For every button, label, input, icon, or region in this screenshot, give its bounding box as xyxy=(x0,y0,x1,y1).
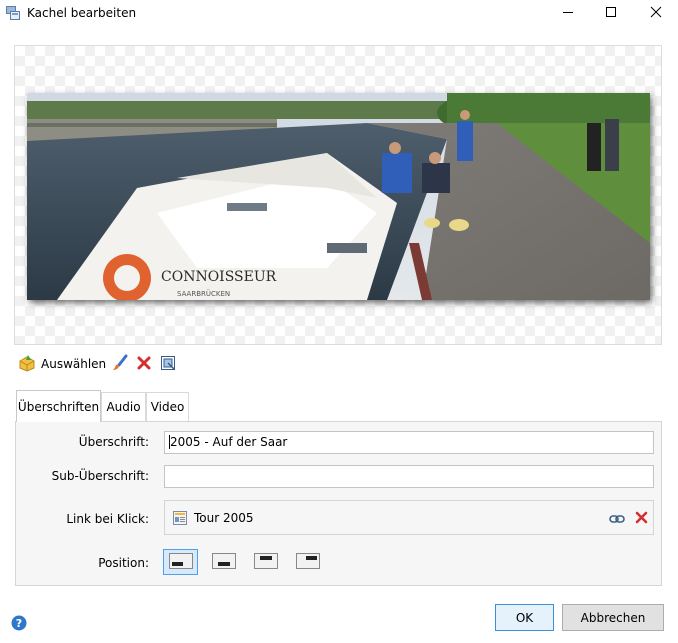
tile-preview: CONNOISSEUR SAARBRÜCKEN xyxy=(14,45,662,345)
subtitle-field[interactable] xyxy=(164,465,654,488)
title-label: Überschrift: xyxy=(78,435,149,449)
page-icon xyxy=(172,510,188,529)
position-top-right-icon xyxy=(295,552,320,572)
tab-video[interactable]: Video xyxy=(146,392,189,421)
position-top-right-button[interactable] xyxy=(290,549,325,575)
brush-button[interactable] xyxy=(111,353,129,375)
position-top-center-icon xyxy=(253,552,278,572)
link-label: Link bei Klick: xyxy=(66,512,149,526)
position-bottom-center-icon xyxy=(211,552,236,572)
close-icon xyxy=(650,6,662,21)
subtitle-label: Sub-Überschrift: xyxy=(51,469,149,483)
delete-icon xyxy=(136,355,152,374)
tile-photo: CONNOISSEUR SAARBRÜCKEN xyxy=(27,93,650,300)
title-value: 2005 - Auf der Saar xyxy=(170,435,288,449)
ok-button[interactable]: OK xyxy=(495,604,554,631)
app-tiles-icon xyxy=(6,6,20,20)
link-icon[interactable] xyxy=(609,513,625,527)
tab-headings[interactable]: Überschriften xyxy=(16,390,101,422)
crop-icon xyxy=(160,355,176,374)
position-bottom-center-button[interactable] xyxy=(206,549,241,575)
select-image-icon xyxy=(18,354,36,375)
minimize-button[interactable] xyxy=(545,0,590,26)
position-label: Position: xyxy=(98,556,149,570)
close-button[interactable] xyxy=(633,0,678,26)
link-target-box[interactable]: Tour 2005 xyxy=(164,500,654,535)
position-bottom-left-button[interactable] xyxy=(163,549,198,575)
cancel-button[interactable]: Abbrechen xyxy=(562,604,664,631)
boat-home-text: SAARBRÜCKEN xyxy=(177,289,230,298)
title-field[interactable]: 2005 - Auf der Saar xyxy=(164,431,654,454)
select-image-label: Auswählen xyxy=(41,357,107,371)
brush-icon xyxy=(111,354,129,375)
title-bar: Kachel bearbeiten xyxy=(0,0,678,28)
position-bottom-left-icon xyxy=(168,552,193,572)
remove-link-icon[interactable] xyxy=(634,510,649,528)
delete-image-button[interactable] xyxy=(136,353,152,375)
link-target-text: Tour 2005 xyxy=(194,511,254,525)
window-title: Kachel bearbeiten xyxy=(27,6,137,20)
position-top-center-button[interactable] xyxy=(248,549,283,575)
svg-text:?: ? xyxy=(16,617,22,630)
help-icon[interactable]: ? xyxy=(11,615,27,634)
maximize-button[interactable] xyxy=(588,0,633,26)
select-image-button[interactable]: Auswählen xyxy=(18,353,106,375)
minimize-icon xyxy=(562,6,574,21)
tab-audio[interactable]: Audio xyxy=(101,392,146,421)
boat-name-text: CONNOISSEUR xyxy=(161,269,277,285)
crop-button[interactable] xyxy=(160,353,176,375)
headings-panel: Überschrift: 2005 - Auf der Saar Sub-Übe… xyxy=(15,421,662,586)
maximize-icon xyxy=(605,6,617,21)
